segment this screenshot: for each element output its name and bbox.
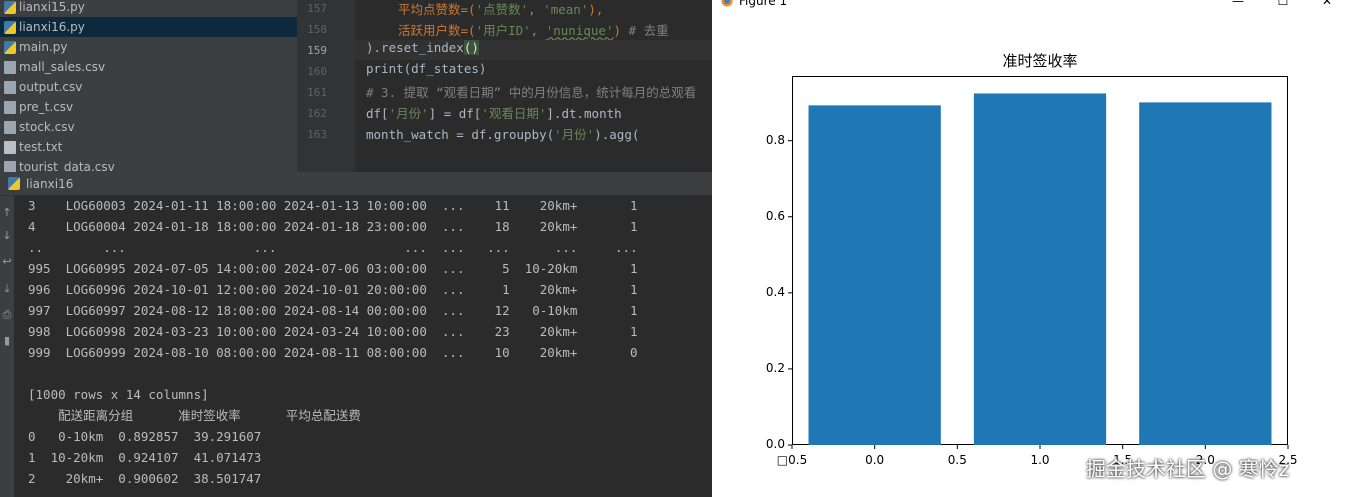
console-line: 0 0-10km 0.892857 39.291607 xyxy=(28,429,262,444)
console-line: .. ... ... ... ... ... ... ... xyxy=(28,240,638,255)
console-line: 2 20km+ 0.900602 38.501747 xyxy=(28,471,262,486)
file-item-lianxi15[interactable]: lianxi15.py xyxy=(0,0,297,17)
console-line: 998 LOG60998 2024-03-23 10:00:00 2024-03… xyxy=(28,324,638,339)
scroll-to-end-icon[interactable]: ⤓ xyxy=(1,282,13,296)
y-tick-label: 0.2 xyxy=(765,360,785,375)
file-name: mall_sales.csv xyxy=(19,60,106,74)
line-number: 158 xyxy=(307,23,327,36)
y-tick-label: 0.4 xyxy=(765,284,785,299)
project-file-tree: lianxi15.py lianxi16.py main.py mall_sal… xyxy=(0,0,297,172)
line-number-current: 159 xyxy=(307,44,327,57)
x-tick-label: □0.5 xyxy=(776,453,808,467)
file-item-main[interactable]: main.py xyxy=(0,37,297,57)
csv-file-icon xyxy=(4,80,16,94)
line-number: 160 xyxy=(307,65,327,78)
csv-file-icon xyxy=(4,100,16,114)
watermark-text: 掘金技术社区 @ 寒怜z xyxy=(1086,457,1290,481)
delete-icon[interactable]: ▮ xyxy=(1,334,13,348)
file-name: tourist_data.csv xyxy=(19,160,115,172)
python-file-icon xyxy=(4,20,16,34)
figure-window-title: Figure 1 xyxy=(739,0,788,8)
line-number: 161 xyxy=(307,86,327,99)
minimize-icon[interactable]: — xyxy=(1223,0,1253,10)
bar-0 xyxy=(808,105,941,445)
soft-wrap-icon[interactable]: ↩ xyxy=(1,255,13,269)
x-tick-label: 0.0 xyxy=(865,453,885,467)
code-line-159: ).reset_index() xyxy=(355,40,712,60)
figure-titlebar[interactable]: Figure 1 — ☐ ✕ xyxy=(712,0,1351,14)
file-item-lianxi16[interactable]: lianxi16.py xyxy=(0,17,297,37)
code-line-158: 活跃用户数=('用户ID', 'nunique') # 去重 xyxy=(398,23,669,38)
run-console-tab[interactable]: lianxi16 xyxy=(0,172,712,196)
bar-2 xyxy=(1139,102,1272,446)
code-line-162: df['月份'] = df['观看日期'].dt.month xyxy=(366,106,622,121)
console-line: 999 LOG60999 2024-08-10 08:00:00 2024-08… xyxy=(28,345,638,360)
file-item-mall-sales[interactable]: mall_sales.csv xyxy=(0,57,297,77)
x-tick-label: 0.5 xyxy=(947,453,967,467)
line-number: 163 xyxy=(307,128,327,141)
file-name: test.txt xyxy=(19,140,63,154)
bar-chart xyxy=(788,93,1289,449)
console-line: 996 LOG60996 2024-10-01 12:00:00 2024-10… xyxy=(28,282,638,297)
file-item-stock[interactable]: stock.csv xyxy=(0,117,297,137)
line-number-gutter: 157 158 159 160 161 162 163 xyxy=(297,0,355,172)
file-name: output.csv xyxy=(19,80,83,94)
code-line-157: 平均点赞数=('点赞数', 'mean'), xyxy=(398,2,604,17)
maximize-icon[interactable]: ☐ xyxy=(1268,0,1298,10)
close-icon[interactable]: ✕ xyxy=(1312,0,1342,10)
console-output[interactable]: 3 LOG60003 2024-01-11 18:00:00 2024-01-1… xyxy=(14,196,712,497)
file-item-test[interactable]: test.txt xyxy=(0,137,297,157)
matplotlib-figure-window: Figure 1 — ☐ ✕ 准时签收率 0.0 0.2 0.4 0.6 0.8 □0.… xyxy=(712,0,1351,497)
text-file-icon xyxy=(4,140,16,154)
console-toolbar: ↑ ↓ ↩ ⤓ ⎙ ▮ xyxy=(0,196,14,497)
file-item-pre-t[interactable]: pre_t.csv xyxy=(0,97,297,117)
python-file-icon xyxy=(8,177,20,190)
y-tick-label: 0.8 xyxy=(765,132,785,147)
csv-file-icon xyxy=(4,60,16,74)
csv-file-icon xyxy=(4,160,16,172)
console-line: 4 LOG60004 2024-01-18 18:00:00 2024-01-1… xyxy=(28,219,638,234)
console-line: 3 LOG60003 2024-01-11 18:00:00 2024-01-1… xyxy=(28,198,638,213)
x-tick-label: 1.0 xyxy=(1030,453,1050,467)
csv-file-icon xyxy=(4,120,16,134)
file-item-tourist-data[interactable]: tourist_data.csv xyxy=(0,157,297,172)
code-line-160: print(df_states) xyxy=(366,61,487,76)
code-editor[interactable]: 157 158 159 160 161 162 163 平均点赞数=('点赞数'… xyxy=(297,0,712,172)
code-line-161: # 3. 提取 “观看日期” 中的月份信息，统计每月的总观看 xyxy=(366,85,697,100)
code-line-163: month_watch = df.groupby('月份').agg( xyxy=(366,127,640,142)
ide-window: lianxi15.py lianxi16.py main.py mall_sal… xyxy=(0,0,712,497)
console-line: [1000 rows x 14 columns] xyxy=(28,387,209,402)
matplotlib-logo-icon xyxy=(720,0,734,8)
console-line: 1 10-20km 0.924107 41.071473 xyxy=(28,450,262,465)
file-name: main.py xyxy=(19,40,68,54)
print-icon[interactable]: ⎙ xyxy=(1,308,13,322)
line-number: 162 xyxy=(307,107,327,120)
line-number: 157 xyxy=(307,2,327,15)
file-name: lianxi15.py xyxy=(19,0,85,14)
console-line: 995 LOG60995 2024-07-05 14:00:00 2024-07… xyxy=(28,261,638,276)
bar-1 xyxy=(973,93,1107,446)
file-item-output[interactable]: output.csv xyxy=(0,77,297,97)
run-tab-label: lianxi16 xyxy=(26,176,74,191)
y-tick-label: 0.0 xyxy=(765,437,785,451)
file-name: stock.csv xyxy=(19,120,75,134)
file-name: pre_t.csv xyxy=(19,100,74,114)
file-name: lianxi16.py xyxy=(19,20,85,34)
console-line: 997 LOG60997 2024-08-12 18:00:00 2024-08… xyxy=(28,303,638,318)
console-line: 配送距离分组 准时签收率 平均总配送费 xyxy=(28,408,361,423)
y-tick-label: 0.6 xyxy=(765,208,785,223)
python-file-icon xyxy=(4,40,16,54)
scroll-up-icon[interactable]: ↑ xyxy=(1,206,13,220)
scroll-down-icon[interactable]: ↓ xyxy=(1,229,13,243)
chart-title: 准时签收率 xyxy=(1002,52,1078,70)
python-file-icon xyxy=(4,0,16,14)
